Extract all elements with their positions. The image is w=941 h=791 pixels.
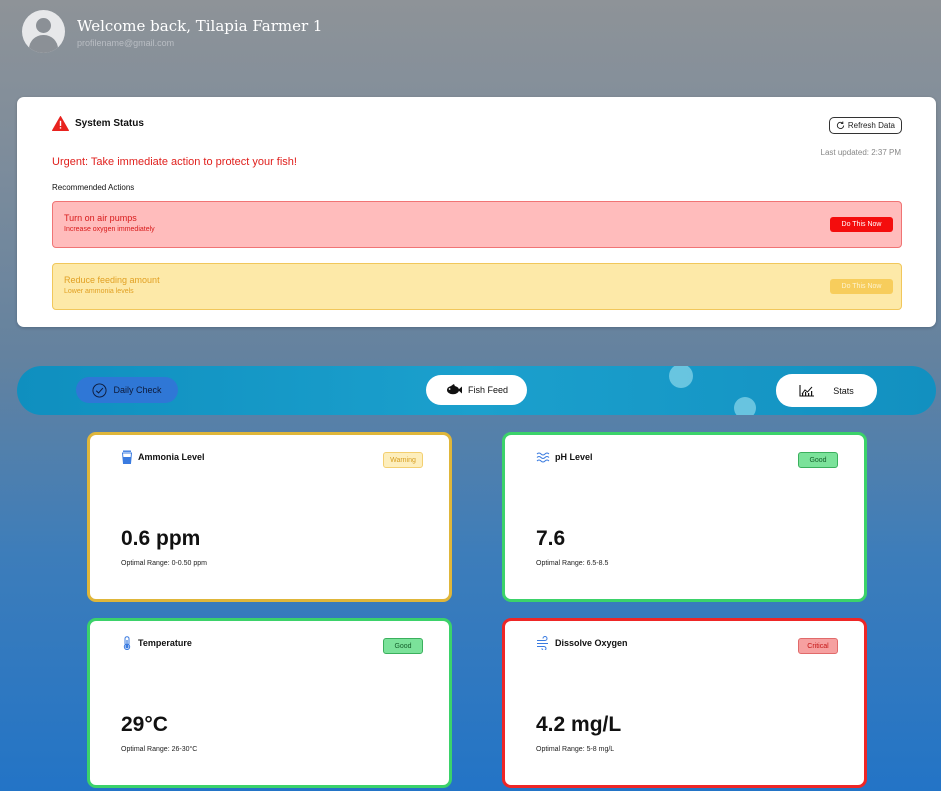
metric-header: Dissolve Oxygen <box>536 636 628 650</box>
status-badge: Good <box>798 452 838 468</box>
avatar-body <box>29 35 58 53</box>
do-this-now-button[interactable]: Do This Now <box>830 279 893 294</box>
user-email: profilename@gmail.com <box>77 37 175 48</box>
metric-card-temperature[interactable]: Temperature Good 29°C Optimal Range: 26-… <box>87 618 452 788</box>
metric-card-ammonia[interactable]: Ammonia Level Warning 0.6 ppm Optimal Ra… <box>87 432 452 602</box>
action-title: Turn on air pumps <box>64 213 137 223</box>
bubble-decoration <box>669 366 693 388</box>
action-item-air-pumps: Turn on air pumps Increase oxygen immedi… <box>52 201 902 248</box>
status-header: System Status <box>52 116 144 131</box>
thermometer-icon <box>123 636 131 650</box>
user-header: Welcome back, Tilapia Farmer 1 profilena… <box>22 10 322 53</box>
metric-card-ph[interactable]: pH Level Good 7.6 Optimal Range: 6.5-8.5 <box>502 432 867 602</box>
line-chart-icon <box>799 385 815 397</box>
main-nav-bar: Daily Check Fish Feed Stats <box>17 366 936 415</box>
avatar[interactable] <box>22 10 65 53</box>
tab-fish-feed[interactable]: Fish Feed <box>426 375 527 405</box>
metric-value: 0.6 ppm <box>121 527 201 550</box>
metric-header: Temperature <box>121 636 192 650</box>
status-badge: Good <box>383 638 423 654</box>
metric-value: 4.2 mg/L <box>536 713 622 736</box>
metric-range: Optimal Range: 5-8 mg/L <box>536 746 615 753</box>
tab-label: Stats <box>833 385 854 396</box>
metric-title: pH Level <box>555 452 593 462</box>
fish-icon <box>446 384 462 395</box>
wind-icon <box>537 636 548 650</box>
action-item-reduce-feeding: Reduce feeding amount Lower ammonia leve… <box>52 263 902 310</box>
metric-card-dissolved-oxygen[interactable]: Dissolve Oxygen Critical 4.2 mg/L Optima… <box>502 618 867 788</box>
recommended-actions-label: Recommended Actions <box>52 183 135 192</box>
do-this-now-button[interactable]: Do This Now <box>830 217 893 232</box>
refresh-data-button[interactable]: Refresh Data <box>828 117 902 134</box>
system-status-card: System Status Refresh Data Last updated:… <box>17 97 936 327</box>
metric-value: 29°C <box>121 713 168 736</box>
metric-title: Temperature <box>138 638 192 648</box>
tab-stats[interactable]: Stats <box>776 374 877 407</box>
metric-range: Optimal Range: 26-30°C <box>121 746 198 753</box>
status-badge: Critical <box>798 638 838 654</box>
waves-icon <box>536 452 550 463</box>
avatar-head <box>36 18 51 33</box>
status-title: System Status <box>75 118 144 129</box>
metric-value: 7.6 <box>536 527 566 550</box>
action-subtitle: Increase oxygen immediately <box>64 226 155 233</box>
metric-header: Ammonia Level <box>121 450 205 464</box>
check-circle-icon <box>92 382 108 398</box>
metric-header: pH Level <box>536 450 593 464</box>
flask-icon <box>121 450 133 464</box>
welcome-block: Welcome back, Tilapia Farmer 1 profilena… <box>77 16 322 48</box>
urgent-message: Urgent: Take immediate action to protect… <box>52 156 297 168</box>
refresh-icon <box>836 121 844 129</box>
metric-range: Optimal Range: 0-0.50 ppm <box>121 560 207 567</box>
metric-range: Optimal Range: 6.5-8.5 <box>536 560 609 567</box>
metric-title: Ammonia Level <box>138 452 205 462</box>
action-title: Reduce feeding amount <box>64 275 160 285</box>
tab-daily-check[interactable]: Daily Check <box>76 377 178 403</box>
refresh-label: Refresh Data <box>847 121 895 130</box>
last-updated: Last updated: 2:37 PM <box>820 148 902 157</box>
warning-triangle-icon <box>52 116 69 131</box>
bubble-decoration <box>734 397 756 415</box>
tab-label: Daily Check <box>113 385 162 395</box>
welcome-title: Welcome back, Tilapia Farmer 1 <box>77 16 323 35</box>
action-subtitle: Lower ammonia levels <box>64 288 134 295</box>
status-badge: Warning <box>383 452 423 468</box>
metric-title: Dissolve Oxygen <box>555 638 628 648</box>
tab-label: Fish Feed <box>467 385 509 395</box>
